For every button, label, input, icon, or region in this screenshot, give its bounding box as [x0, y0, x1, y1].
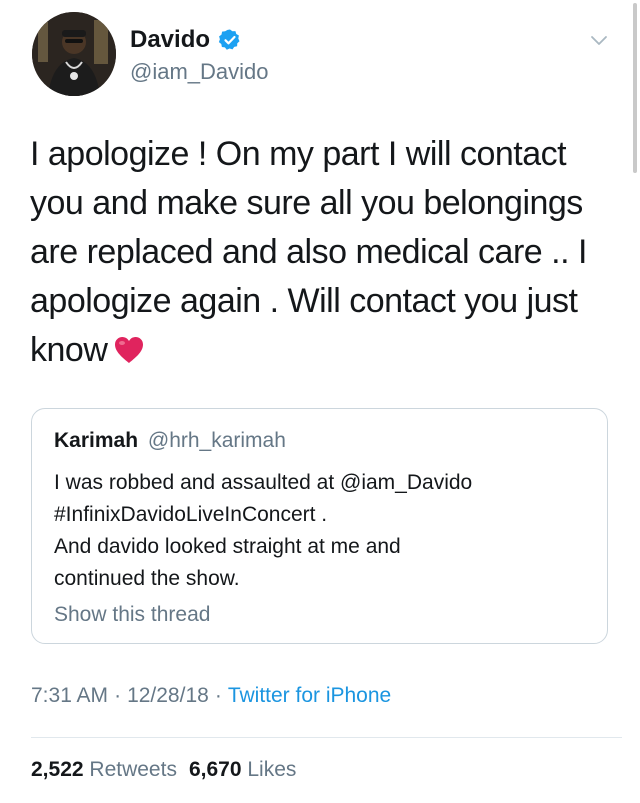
tweet-line: are replaced and also medical care .. I — [30, 233, 587, 271]
tweet-line: you and make sure all you belongings — [30, 184, 583, 222]
likes-label: Likes — [247, 758, 297, 781]
tweet-line: know — [30, 331, 108, 369]
tweet-header: Davido @iam_Davido — [32, 12, 622, 104]
quoted-line: continued the show. — [54, 567, 240, 590]
tweet-line-last: know — [30, 326, 610, 379]
retweets-stat[interactable]: 2,522 Retweets — [31, 758, 177, 781]
likes-stat[interactable]: 6,670 Likes — [189, 758, 296, 781]
meta-separator: · — [214, 684, 222, 707]
meta-separator: · — [114, 684, 122, 707]
quoted-author-handle: @hrh_karimah — [147, 429, 286, 452]
show-thread-link[interactable]: Show this thread — [54, 603, 210, 627]
tweet-date: 12/28/18 — [127, 684, 209, 707]
quoted-line: And davido looked straight at me and — [54, 535, 401, 558]
quoted-tweet-header: Karimah @hrh_karimah — [54, 429, 286, 453]
verified-badge-icon — [218, 29, 240, 50]
chevron-down-icon[interactable] — [590, 32, 608, 50]
tweet-text: I apologize ! On my part I will contact … — [30, 130, 610, 379]
tweet-line: apologize again . Will contact you just — [30, 282, 578, 320]
tweet-source-link[interactable]: Twitter for iPhone — [228, 684, 391, 707]
scrollbar[interactable] — [633, 3, 637, 173]
author-name-row: Davido — [130, 26, 242, 54]
avatar[interactable] — [32, 12, 116, 96]
tweet-line: I apologize ! On my part I will contact — [30, 135, 567, 173]
tweet-meta: 7:31 AM · 12/28/18 · Twitter for iPhone — [31, 684, 391, 708]
likes-count: 6,670 — [188, 758, 242, 781]
quoted-tweet-text: I was robbed and assaulted at @iam_David… — [54, 467, 594, 595]
quoted-author-name: Karimah — [54, 429, 139, 452]
author-handle[interactable]: @iam_Davido — [130, 59, 269, 85]
tweet-time: 7:31 AM — [31, 684, 109, 707]
retweets-count: 2,522 — [31, 758, 84, 781]
author-name[interactable]: Davido — [130, 26, 210, 54]
retweets-label: Retweets — [89, 758, 177, 781]
tweet-stats: 2,522 Retweets 6,670 Likes — [31, 758, 296, 782]
divider — [31, 737, 622, 738]
heart-icon — [113, 330, 145, 379]
avatar-photo — [32, 12, 116, 96]
quoted-line: #InfinixDavidoLiveInConcert . — [54, 503, 328, 526]
quoted-line: I was robbed and assaulted at @iam_David… — [54, 471, 473, 494]
quoted-tweet[interactable]: Karimah @hrh_karimah I was robbed and as… — [31, 408, 608, 644]
